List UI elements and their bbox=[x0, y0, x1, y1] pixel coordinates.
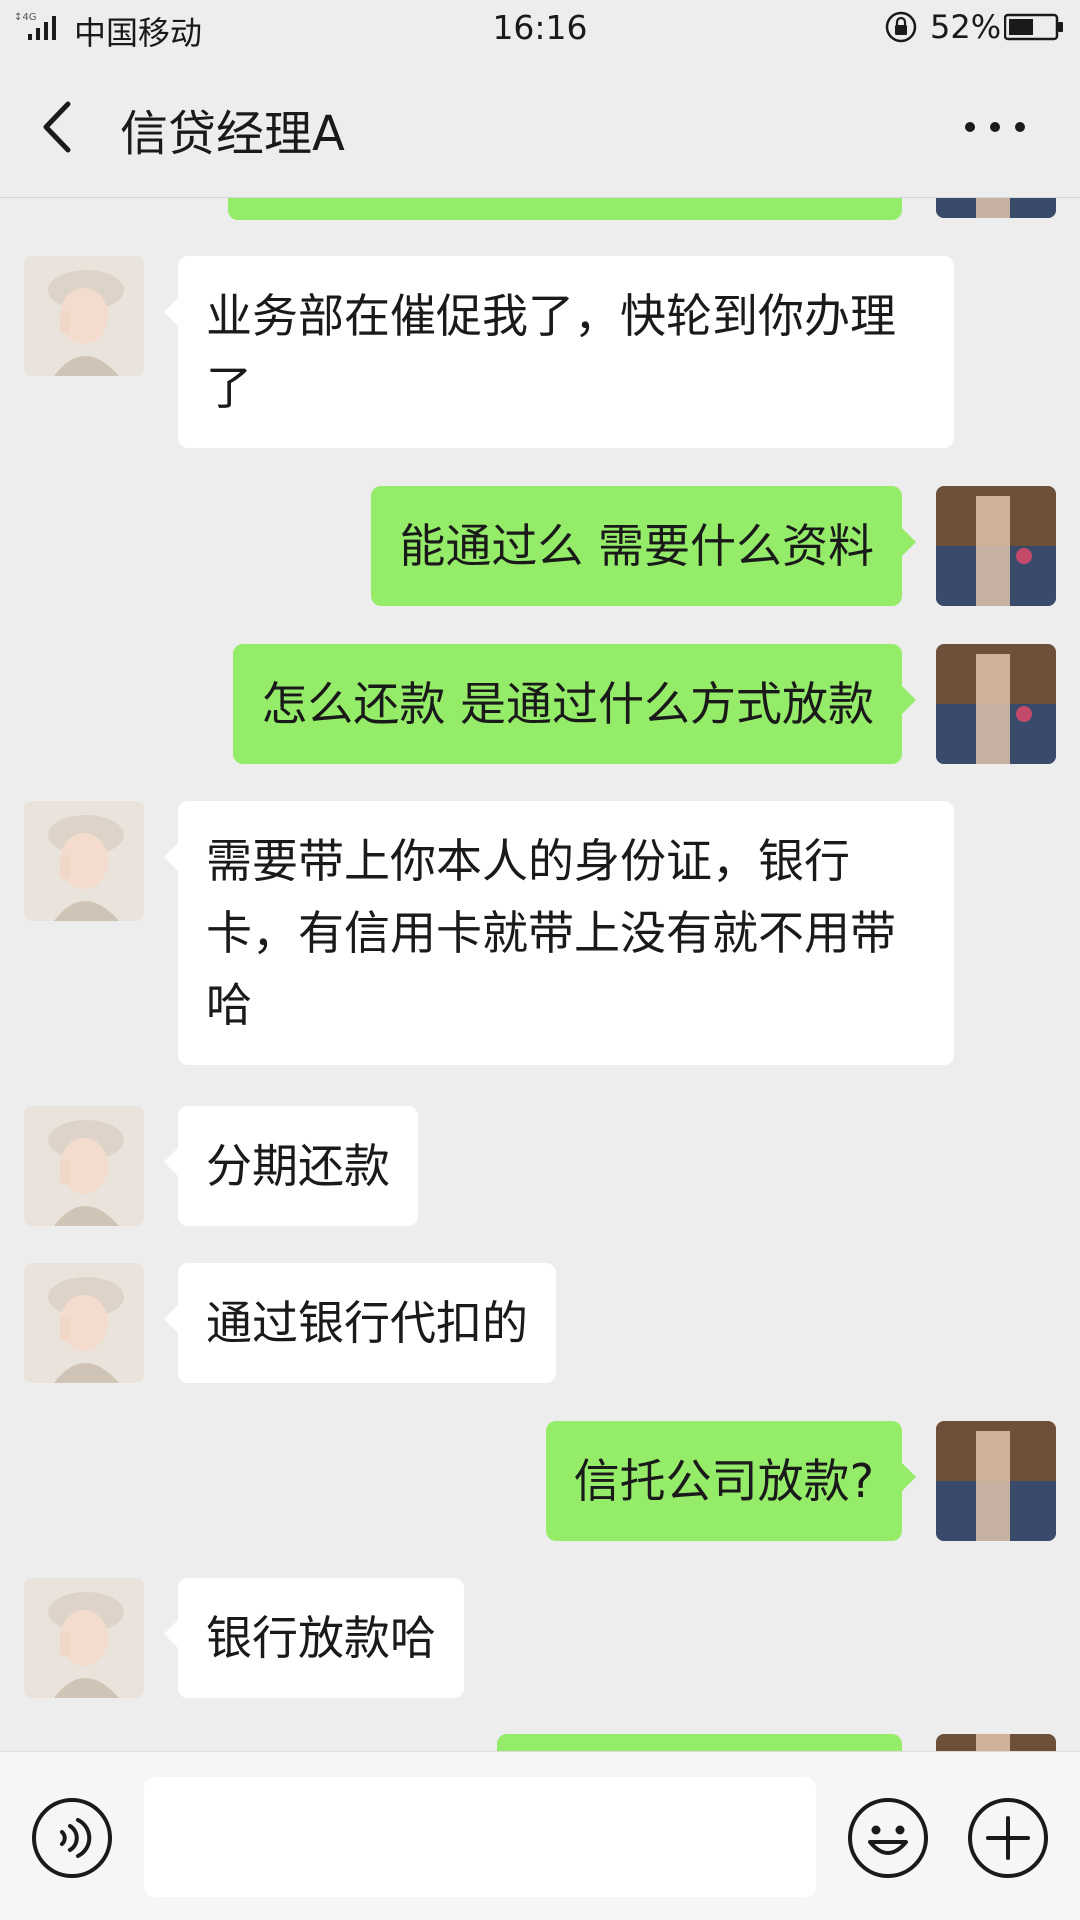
chat-header: 信贷经理A bbox=[0, 56, 1080, 198]
message-bubble-outgoing-partial[interactable] bbox=[497, 1734, 902, 1751]
avatar-image bbox=[24, 256, 144, 376]
message-bubble-outgoing-partial[interactable] bbox=[228, 198, 902, 220]
my-avatar[interactable] bbox=[936, 198, 1056, 218]
avatar-image bbox=[936, 486, 1056, 606]
message-input[interactable] bbox=[144, 1777, 816, 1897]
avatar-image bbox=[936, 1734, 1056, 1751]
avatar-image bbox=[936, 1421, 1056, 1541]
plus-icon[interactable] bbox=[966, 1796, 1050, 1880]
message-list[interactable]: 业务部在催促我了，快轮到你办理了 能通过么 需要什么资料 怎么还款 是通过什么方… bbox=[0, 198, 1080, 1751]
avatar-image bbox=[24, 1263, 144, 1383]
chevron-left-icon[interactable] bbox=[34, 96, 80, 158]
battery-icon bbox=[1004, 13, 1063, 41]
message-bubble-outgoing[interactable]: 能通过么 需要什么资料 bbox=[371, 486, 916, 606]
rotation-lock-icon bbox=[885, 11, 917, 43]
message-bubble-outgoing[interactable]: 怎么还款 是通过什么方式放款 bbox=[233, 644, 916, 764]
contact-avatar[interactable] bbox=[24, 1106, 144, 1226]
avatar-image bbox=[24, 801, 144, 921]
my-avatar[interactable] bbox=[936, 486, 1056, 606]
more-dots-icon[interactable] bbox=[960, 114, 1030, 140]
clock: 16:16 bbox=[492, 8, 588, 47]
contact-avatar[interactable] bbox=[24, 1263, 144, 1383]
message-bubble-outgoing[interactable]: 信托公司放款? bbox=[545, 1421, 917, 1541]
emoji-icon[interactable] bbox=[846, 1796, 930, 1880]
contact-avatar[interactable] bbox=[24, 1578, 144, 1698]
status-bar: ↕4G 中国移动 16:16 52% bbox=[0, 0, 1080, 56]
voice-icon[interactable] bbox=[30, 1796, 114, 1880]
message-bubble-incoming[interactable]: 需要带上你本人的身份证，银行卡，有信用卡就带上没有就不用带哈 bbox=[164, 801, 954, 1065]
my-avatar[interactable] bbox=[936, 644, 1056, 764]
message-bubble-incoming[interactable]: 银行放款哈 bbox=[164, 1578, 464, 1698]
input-bar bbox=[0, 1751, 1080, 1920]
avatar-image bbox=[24, 1106, 144, 1226]
avatar-image bbox=[24, 1578, 144, 1698]
my-avatar[interactable] bbox=[936, 1734, 1056, 1751]
contact-avatar[interactable] bbox=[24, 256, 144, 376]
battery-percent: 52% bbox=[930, 8, 1002, 46]
avatar-image bbox=[936, 644, 1056, 764]
message-bubble-incoming[interactable]: 分期还款 bbox=[164, 1106, 418, 1226]
my-avatar[interactable] bbox=[936, 1421, 1056, 1541]
message-bubble-incoming[interactable]: 业务部在催促我了，快轮到你办理了 bbox=[164, 256, 954, 448]
chat-title: 信贷经理A bbox=[120, 106, 345, 162]
avatar-image bbox=[936, 198, 1056, 218]
message-bubble-incoming[interactable]: 通过银行代扣的 bbox=[164, 1263, 556, 1383]
contact-avatar[interactable] bbox=[24, 801, 144, 921]
